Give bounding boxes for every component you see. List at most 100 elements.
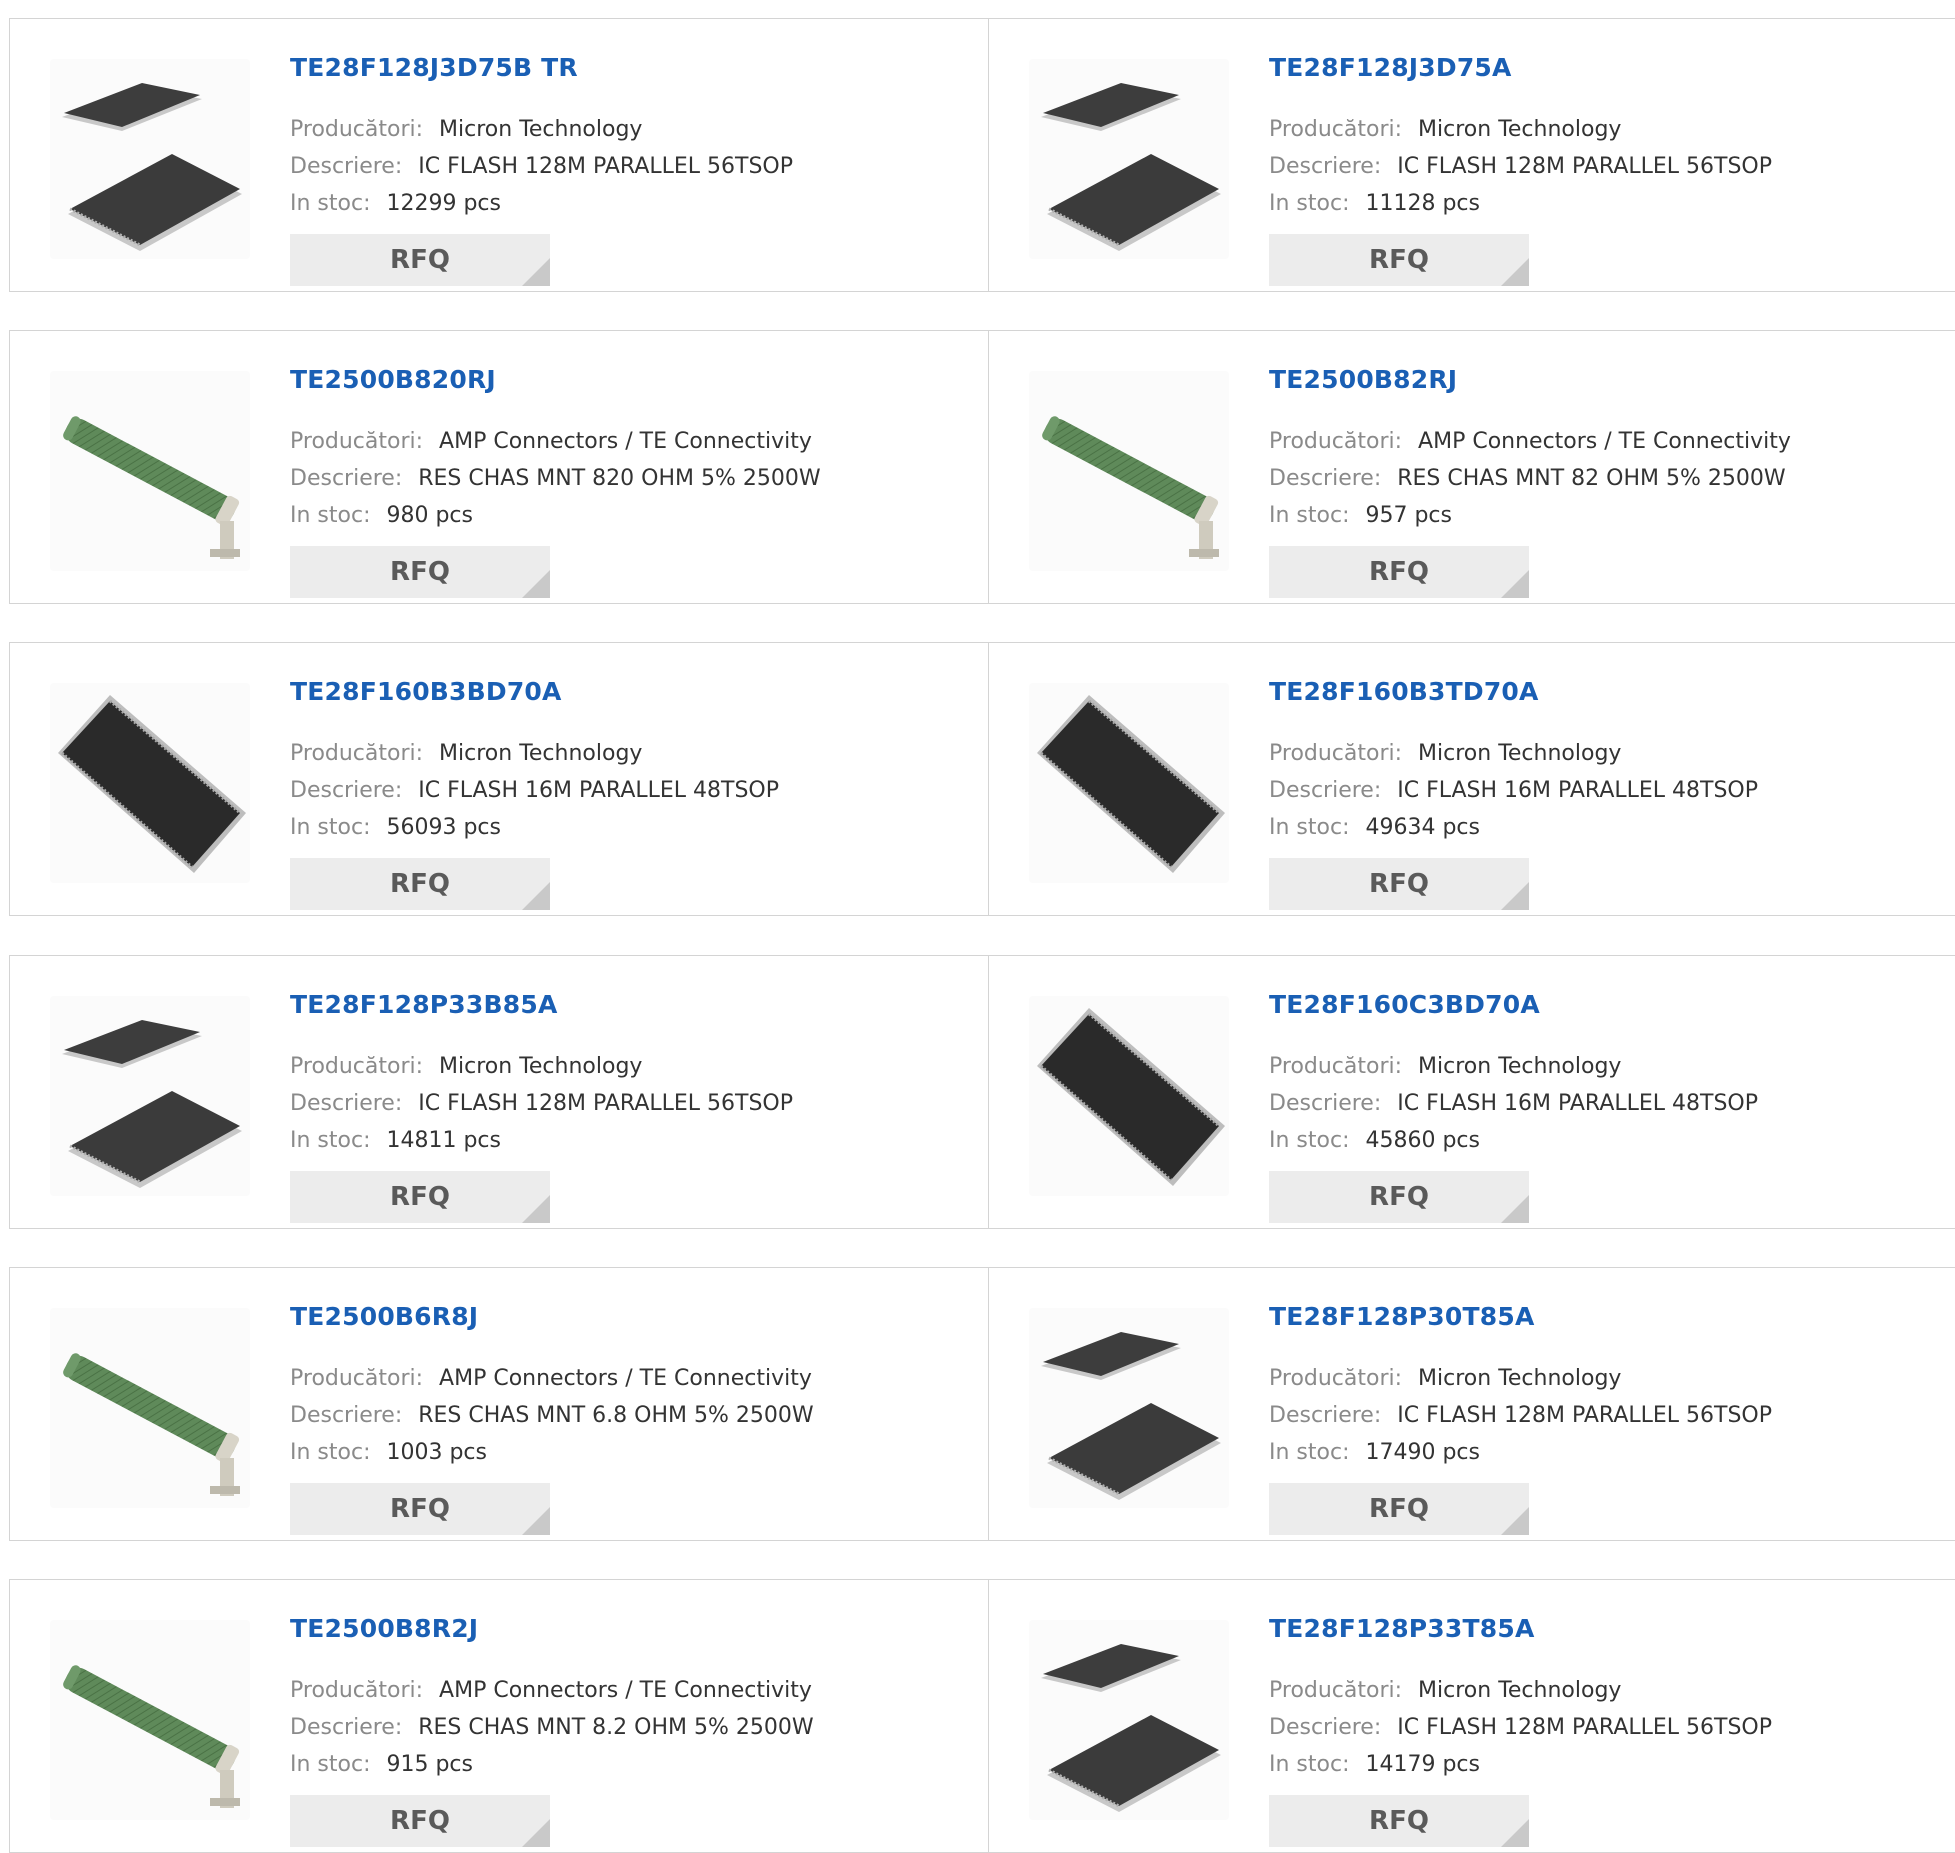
rfq-label: RFQ bbox=[390, 557, 450, 587]
manufacturer-line: Producători: Micron Technology bbox=[290, 1054, 642, 1079]
tsop-56-chip-image[interactable] bbox=[1029, 1308, 1229, 1508]
stock-line: In stoc: 915 pcs bbox=[290, 1752, 473, 1777]
stock-value: 957 pcs bbox=[1365, 503, 1452, 528]
rfq-button[interactable]: RFQ bbox=[1269, 1483, 1529, 1535]
tsop-48-chip-image[interactable] bbox=[50, 683, 250, 883]
rfq-button[interactable]: RFQ bbox=[290, 858, 550, 910]
description-label: Descriere: bbox=[290, 1091, 403, 1116]
rfq-button[interactable]: RFQ bbox=[1269, 546, 1529, 598]
stock-label: In stoc: bbox=[290, 1752, 371, 1777]
stock-value: 17490 pcs bbox=[1365, 1440, 1480, 1465]
manufacturer-label: Producători: bbox=[290, 117, 424, 142]
description-value: RES CHAS MNT 82 OHM 5% 2500W bbox=[1397, 466, 1786, 491]
part-number-link[interactable]: TE2500B82RJ bbox=[1269, 365, 1457, 394]
corner-triangle-icon bbox=[1501, 258, 1529, 286]
description-line: Descriere: RES CHAS MNT 82 OHM 5% 2500W bbox=[1269, 466, 1786, 491]
description-line: Descriere: IC FLASH 128M PARALLEL 56TSOP bbox=[1269, 1403, 1772, 1428]
manufacturer-line: Producători: Micron Technology bbox=[290, 741, 642, 766]
stock-label: In stoc: bbox=[1269, 815, 1350, 840]
description-value: IC FLASH 128M PARALLEL 56TSOP bbox=[1397, 1403, 1773, 1428]
stock-value: 915 pcs bbox=[386, 1752, 473, 1777]
rfq-button[interactable]: RFQ bbox=[290, 1171, 550, 1223]
part-number-link[interactable]: TE2500B8R2J bbox=[290, 1614, 478, 1643]
rfq-button[interactable]: RFQ bbox=[1269, 858, 1529, 910]
stock-value: 11128 pcs bbox=[1365, 191, 1480, 216]
manufacturer-line: Producători: AMP Connectors / TE Connecti… bbox=[290, 1678, 812, 1703]
corner-triangle-icon bbox=[1501, 882, 1529, 910]
description-value: IC FLASH 128M PARALLEL 56TSOP bbox=[418, 1091, 794, 1116]
description-label: Descriere: bbox=[1269, 1403, 1382, 1428]
stock-label: In stoc: bbox=[290, 191, 371, 216]
manufacturer-value: Micron Technology bbox=[1418, 1366, 1622, 1391]
resistor-image[interactable] bbox=[50, 1620, 250, 1820]
rfq-label: RFQ bbox=[1369, 1182, 1429, 1212]
rfq-button[interactable]: RFQ bbox=[1269, 1171, 1529, 1223]
rfq-button[interactable]: RFQ bbox=[290, 1483, 550, 1535]
part-number-link[interactable]: TE2500B820RJ bbox=[290, 365, 496, 394]
description-value: RES CHAS MNT 6.8 OHM 5% 2500W bbox=[418, 1403, 814, 1428]
tsop-56-chip-image[interactable] bbox=[50, 59, 250, 259]
part-number-link[interactable]: TE28F128P33B85A bbox=[290, 990, 558, 1019]
description-value: RES CHAS MNT 8.2 OHM 5% 2500W bbox=[418, 1715, 814, 1740]
description-line: Descriere: RES CHAS MNT 6.8 OHM 5% 2500W bbox=[290, 1403, 814, 1428]
corner-triangle-icon bbox=[522, 258, 550, 286]
description-value: IC FLASH 16M PARALLEL 48TSOP bbox=[1397, 778, 1759, 803]
stock-label: In stoc: bbox=[290, 503, 371, 528]
stock-line: In stoc: 56093 pcs bbox=[290, 815, 501, 840]
manufacturer-line: Producători: AMP Connectors / TE Connecti… bbox=[1269, 429, 1791, 454]
description-value: IC FLASH 16M PARALLEL 48TSOP bbox=[418, 778, 780, 803]
manufacturer-value: Micron Technology bbox=[1418, 741, 1622, 766]
stock-value: 12299 pcs bbox=[386, 191, 501, 216]
corner-triangle-icon bbox=[522, 1507, 550, 1535]
stock-line: In stoc: 45860 pcs bbox=[1269, 1128, 1480, 1153]
resistor-image[interactable] bbox=[50, 371, 250, 571]
tsop-56-chip-image[interactable] bbox=[1029, 1620, 1229, 1820]
rfq-label: RFQ bbox=[390, 245, 450, 275]
rfq-button[interactable]: RFQ bbox=[1269, 1795, 1529, 1847]
manufacturer-line: Producători: Micron Technology bbox=[1269, 1366, 1621, 1391]
resistor-image[interactable] bbox=[50, 1308, 250, 1508]
product-row: TE2500B6R8J Producători: AMP Connectors /… bbox=[9, 1267, 1955, 1541]
corner-triangle-icon bbox=[522, 882, 550, 910]
manufacturer-label: Producători: bbox=[290, 1366, 424, 1391]
tsop-48-chip-image[interactable] bbox=[1029, 683, 1229, 883]
description-value: IC FLASH 128M PARALLEL 56TSOP bbox=[1397, 1715, 1773, 1740]
corner-triangle-icon bbox=[522, 1819, 550, 1847]
product-card: TE2500B82RJ Producători: AMP Connectors /… bbox=[989, 331, 1955, 603]
tsop-48-chip-image[interactable] bbox=[1029, 996, 1229, 1196]
part-number-link[interactable]: TE2500B6R8J bbox=[290, 1302, 478, 1331]
tsop-56-chip-image[interactable] bbox=[50, 996, 250, 1196]
part-number-link[interactable]: TE28F160C3BD70A bbox=[1269, 990, 1540, 1019]
rfq-button[interactable]: RFQ bbox=[290, 546, 550, 598]
description-line: Descriere: IC FLASH 128M PARALLEL 56TSOP bbox=[1269, 154, 1772, 179]
part-number-link[interactable]: TE28F128J3D75A bbox=[1269, 53, 1512, 82]
part-number-link[interactable]: TE28F160B3TD70A bbox=[1269, 677, 1539, 706]
manufacturer-label: Producători: bbox=[290, 429, 424, 454]
product-card: TE28F128P30T85A Producători: Micron Techn… bbox=[989, 1268, 1955, 1540]
manufacturer-value: Micron Technology bbox=[439, 117, 643, 142]
description-label: Descriere: bbox=[1269, 1715, 1382, 1740]
resistor-image[interactable] bbox=[1029, 371, 1229, 571]
corner-triangle-icon bbox=[1501, 1195, 1529, 1223]
part-number-link[interactable]: TE28F128P30T85A bbox=[1269, 1302, 1535, 1331]
description-line: Descriere: RES CHAS MNT 8.2 OHM 5% 2500W bbox=[290, 1715, 814, 1740]
manufacturer-label: Producători: bbox=[1269, 1054, 1403, 1079]
rfq-label: RFQ bbox=[390, 1494, 450, 1524]
description-value: IC FLASH 16M PARALLEL 48TSOP bbox=[1397, 1091, 1759, 1116]
stock-value: 14811 pcs bbox=[386, 1128, 501, 1153]
rfq-button[interactable]: RFQ bbox=[290, 1795, 550, 1847]
rfq-button[interactable]: RFQ bbox=[290, 234, 550, 286]
description-line: Descriere: IC FLASH 16M PARALLEL 48TSOP bbox=[1269, 1091, 1758, 1116]
manufacturer-label: Producători: bbox=[1269, 741, 1403, 766]
part-number-link[interactable]: TE28F128J3D75B TR bbox=[290, 53, 578, 82]
description-label: Descriere: bbox=[290, 1715, 403, 1740]
part-number-link[interactable]: TE28F160B3BD70A bbox=[290, 677, 562, 706]
manufacturer-value: Micron Technology bbox=[1418, 1054, 1622, 1079]
part-number-link[interactable]: TE28F128P33T85A bbox=[1269, 1614, 1535, 1643]
rfq-button[interactable]: RFQ bbox=[1269, 234, 1529, 286]
tsop-56-chip-image[interactable] bbox=[1029, 59, 1229, 259]
rfq-label: RFQ bbox=[1369, 1494, 1429, 1524]
stock-label: In stoc: bbox=[290, 1440, 371, 1465]
manufacturer-label: Producători: bbox=[1269, 429, 1403, 454]
product-card: TE28F128J3D75B TR Producători: Micron Tec… bbox=[10, 19, 989, 291]
